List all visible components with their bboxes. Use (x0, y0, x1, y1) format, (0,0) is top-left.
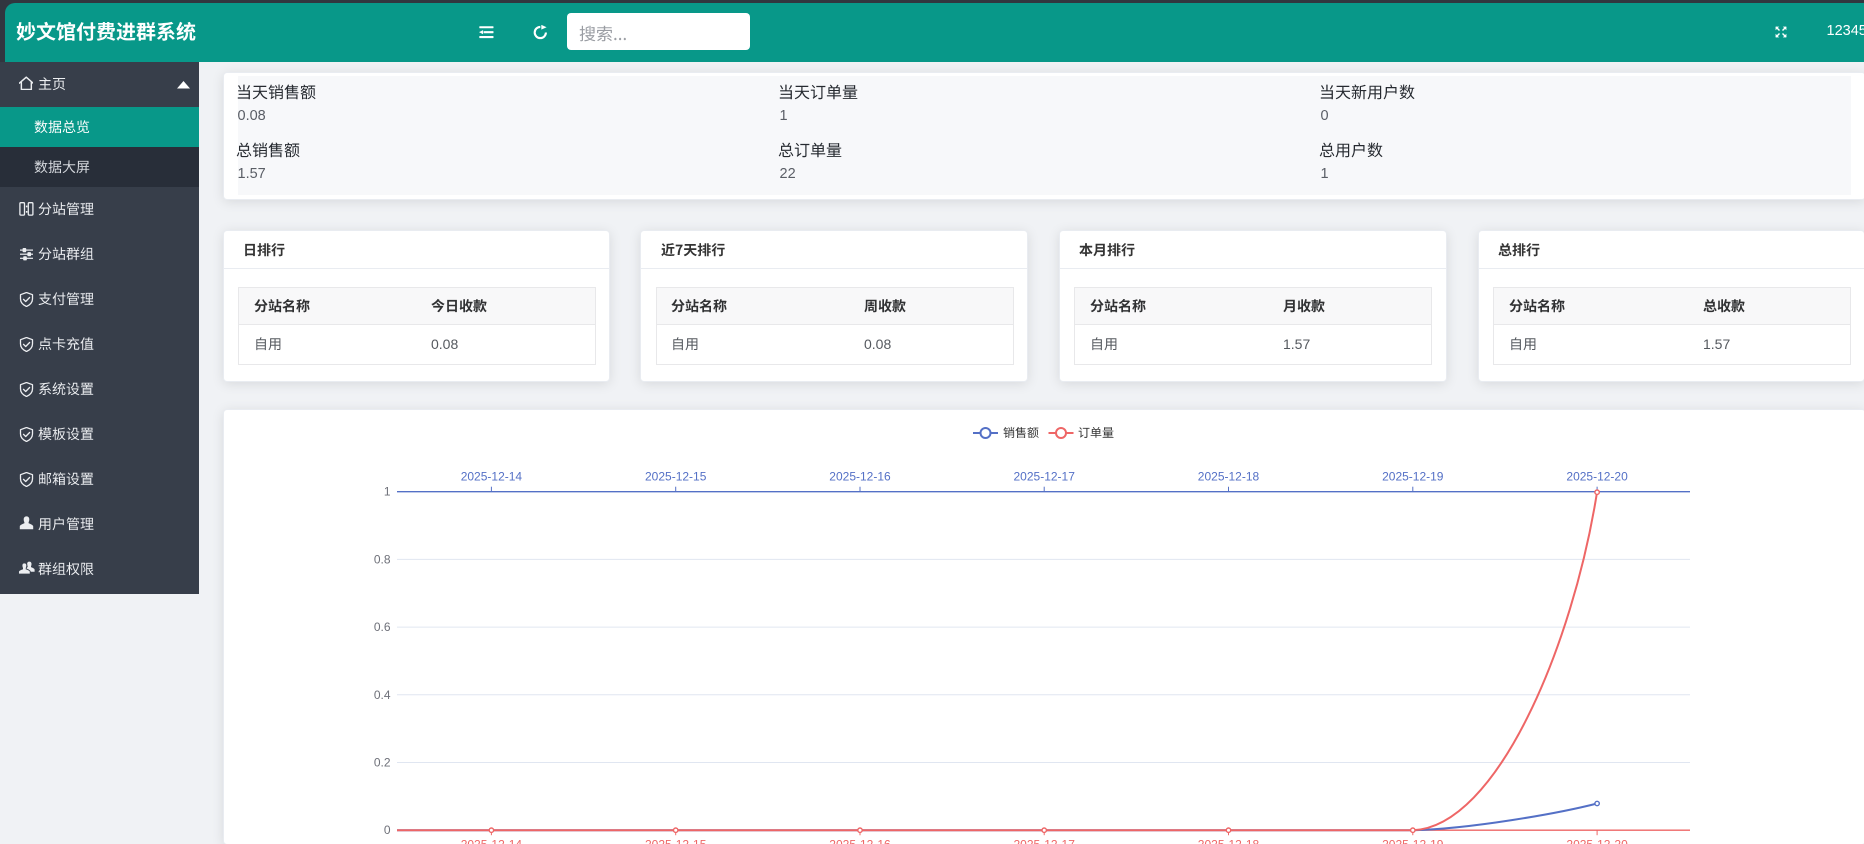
svg-text:2025-12-14: 2025-12-14 (461, 838, 523, 844)
svg-text:2025-12-15: 2025-12-15 (645, 838, 707, 844)
svg-text:2025-12-17: 2025-12-17 (1014, 838, 1076, 844)
svg-text:0.4: 0.4 (374, 688, 391, 702)
svg-text:0.6: 0.6 (374, 620, 391, 634)
svg-text:2025-12-15: 2025-12-15 (645, 470, 707, 484)
svg-text:2025-12-19: 2025-12-19 (1382, 838, 1444, 844)
svg-text:2025-12-20: 2025-12-20 (1566, 470, 1628, 484)
svg-text:2025-12-18: 2025-12-18 (1198, 470, 1260, 484)
svg-text:2025-12-14: 2025-12-14 (461, 470, 523, 484)
svg-text:0.2: 0.2 (374, 756, 391, 770)
svg-text:0.8: 0.8 (374, 552, 391, 566)
svg-text:2025-12-20: 2025-12-20 (1566, 838, 1628, 844)
svg-text:2025-12-17: 2025-12-17 (1014, 470, 1076, 484)
svg-text:1: 1 (384, 485, 391, 499)
svg-text:2025-12-19: 2025-12-19 (1382, 470, 1444, 484)
svg-text:0: 0 (384, 823, 391, 837)
svg-text:2025-12-18: 2025-12-18 (1198, 838, 1260, 844)
svg-text:2025-12-16: 2025-12-16 (829, 470, 891, 484)
svg-text:2025-12-16: 2025-12-16 (829, 838, 891, 844)
